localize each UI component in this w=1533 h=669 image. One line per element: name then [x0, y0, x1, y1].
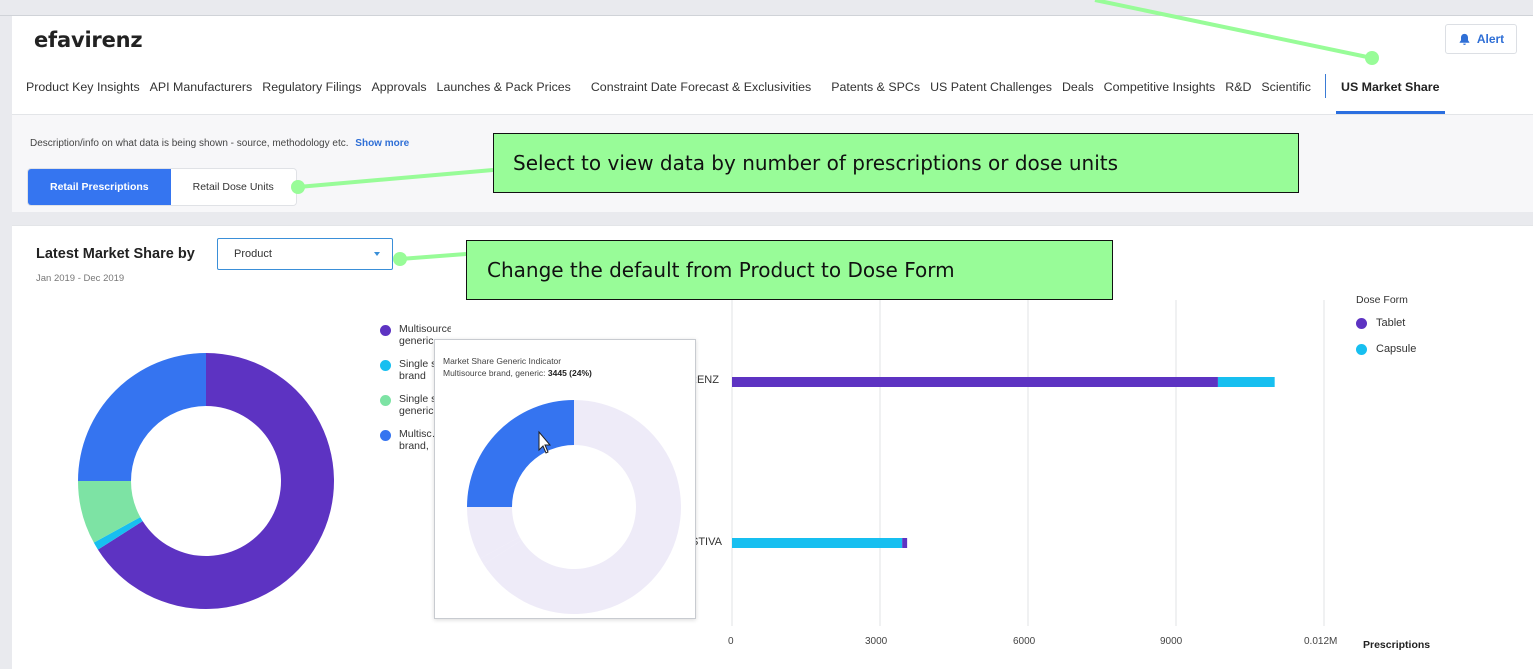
bar-segment: [732, 538, 903, 548]
legend-item-capsule[interactable]: Capsule: [1356, 343, 1416, 355]
legend-dot: [1356, 343, 1367, 355]
x-tick-label: 6000: [1013, 636, 1036, 647]
chart-canvas: [78, 300, 1325, 626]
bar-segment: [902, 538, 908, 548]
legend-item-tablet[interactable]: Tablet: [1356, 317, 1416, 329]
dose-form-legend: Dose Form Tablet Capsule: [1356, 294, 1416, 369]
bar-segment: [732, 377, 1218, 387]
annotation-callout-data-toggle: Select to view data by number of prescri…: [493, 133, 1299, 193]
x-tick-label: 0: [728, 636, 734, 647]
x-tick-label: 9000: [1160, 636, 1183, 647]
annotation-callout-dose-form: Change the default from Product to Dose …: [466, 240, 1113, 300]
donut-slice: [78, 353, 206, 481]
zoomed-tooltip-panel: Market Share Generic Indicator Multisour…: [434, 339, 696, 619]
legend-dot: [1356, 317, 1367, 329]
x-tick-label: 0.012M: [1304, 636, 1338, 647]
x-axis-title: Prescriptions: [1363, 639, 1431, 651]
legend-title: Dose Form: [1356, 294, 1408, 306]
app-frame: efavirenz Alert Product Key Insights API…: [0, 0, 1533, 669]
x-tick-label: 3000: [865, 636, 888, 647]
tooltip-donut: [467, 400, 681, 614]
donut-slice: [467, 400, 574, 507]
bar-segment: [1217, 377, 1275, 387]
legend-label: Capsule: [1376, 343, 1417, 355]
legend-label: Tablet: [1376, 317, 1406, 329]
